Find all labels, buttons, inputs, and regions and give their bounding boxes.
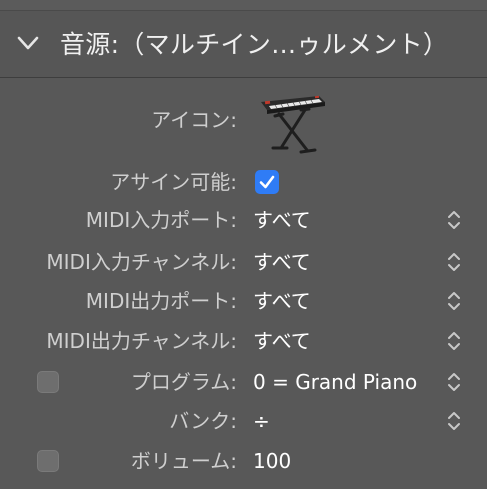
midi-out-port-label: MIDI出力ポート: bbox=[85, 289, 237, 313]
bank-value[interactable]: ÷ bbox=[253, 401, 270, 441]
section-header[interactable]: 音源:（マルチイン…ゥルメント） bbox=[0, 10, 487, 78]
row-icon: アイコン: bbox=[0, 100, 487, 140]
assignable-checkbox[interactable] bbox=[255, 170, 279, 194]
row-midi-out-port[interactable]: MIDI出力ポート: すべて bbox=[0, 281, 487, 321]
section-title: 音源:（マルチイン…ゥルメント） bbox=[60, 30, 449, 59]
program-enable-checkbox[interactable] bbox=[37, 371, 59, 393]
midi-in-port-value[interactable]: すべて bbox=[253, 200, 311, 240]
bank-label: バンク: bbox=[169, 409, 237, 433]
volume-enable-checkbox[interactable] bbox=[37, 450, 59, 472]
keyboard-stand-icon[interactable] bbox=[257, 88, 329, 160]
icon-label: アイコン: bbox=[151, 108, 237, 132]
midi-out-port-value[interactable]: すべて bbox=[253, 281, 311, 321]
midi-out-channel-value[interactable]: すべて bbox=[253, 321, 311, 361]
up-down-stepper-icon[interactable] bbox=[446, 209, 462, 231]
midi-in-channel-label: MIDI入力チャンネル: bbox=[46, 250, 237, 274]
midi-in-channel-value[interactable]: すべて bbox=[253, 242, 311, 282]
program-value[interactable]: 0 = Grand Piano bbox=[253, 362, 417, 402]
row-midi-out-channel[interactable]: MIDI出力チャンネル: すべて bbox=[0, 321, 487, 361]
up-down-stepper-icon[interactable] bbox=[446, 410, 462, 432]
row-volume[interactable]: ボリューム: 100 bbox=[0, 441, 487, 481]
volume-value[interactable]: 100 bbox=[253, 441, 291, 481]
row-midi-in-channel[interactable]: MIDI入力チャンネル: すべて bbox=[0, 242, 487, 282]
program-label: プログラム: bbox=[130, 370, 237, 394]
chevron-down-icon[interactable] bbox=[14, 29, 42, 57]
up-down-stepper-icon[interactable] bbox=[446, 330, 462, 352]
midi-out-channel-label: MIDI出力チャンネル: bbox=[46, 329, 237, 353]
volume-label: ボリューム: bbox=[130, 449, 237, 473]
row-midi-in-port[interactable]: MIDI入力ポート: すべて bbox=[0, 200, 487, 240]
checkmark-icon bbox=[259, 175, 275, 189]
up-down-stepper-icon[interactable] bbox=[446, 251, 462, 273]
top-strip bbox=[0, 0, 487, 10]
row-bank[interactable]: バンク: ÷ bbox=[0, 401, 487, 441]
inspector-panel: 音源:（マルチイン…ゥルメント） アイコン: アサイン可能: MIDI入力ポート… bbox=[0, 0, 487, 489]
assignable-label: アサイン可能: bbox=[110, 170, 237, 194]
row-assignable: アサイン可能: bbox=[0, 162, 487, 202]
row-program[interactable]: プログラム: 0 = Grand Piano bbox=[0, 362, 487, 402]
up-down-stepper-icon[interactable] bbox=[446, 290, 462, 312]
up-down-stepper-icon[interactable] bbox=[446, 371, 462, 393]
midi-in-port-label: MIDI入力ポート: bbox=[85, 208, 237, 232]
